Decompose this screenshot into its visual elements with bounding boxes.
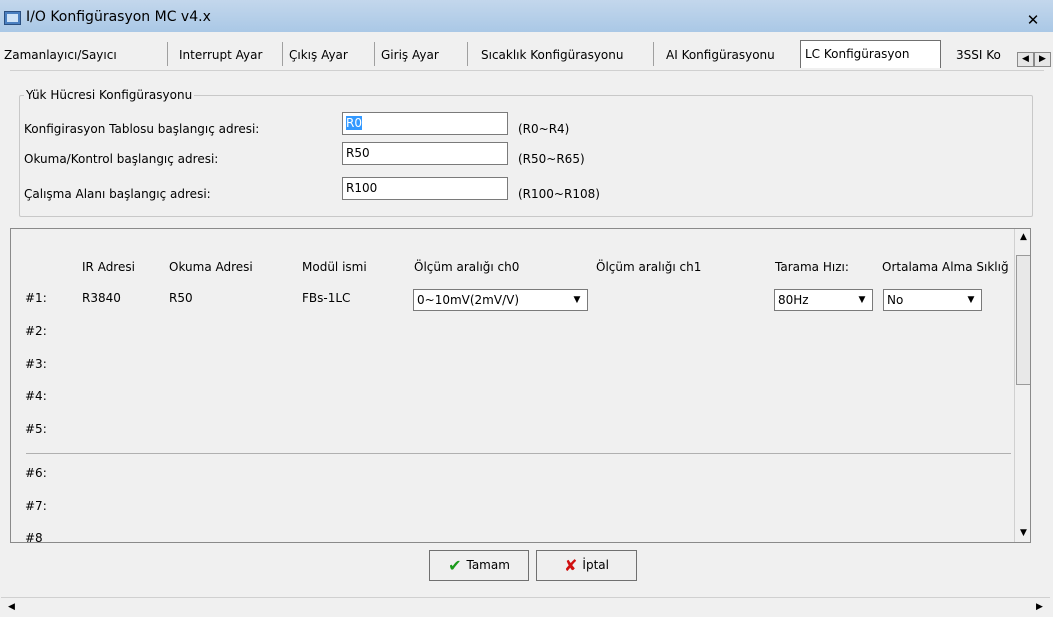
header-averaging: Ortalama Alma Sıklığ bbox=[882, 260, 1009, 274]
ok-button-label: Tamam bbox=[466, 558, 510, 572]
row1-averaging-select[interactable]: No ▼ bbox=[883, 289, 982, 311]
io-config-window: I/O Konfigürasyon MC v4.x ✕ Zamanlayıcı/… bbox=[0, 0, 1053, 627]
cross-icon: ✘ bbox=[564, 556, 578, 575]
table-vertical-scrollbar[interactable]: ▲ ▼ bbox=[1014, 229, 1030, 542]
row1-module-name: FBs-1LC bbox=[302, 291, 351, 305]
window-horizontal-scrollbar[interactable]: ◀ ▶ bbox=[1, 597, 1050, 617]
row-divider bbox=[26, 453, 1011, 454]
scroll-left-icon[interactable]: ◀ bbox=[3, 599, 20, 616]
row1-scan-rate-select[interactable]: 80Hz ▼ bbox=[774, 289, 873, 311]
read-control-label: Okuma/Kontrol başlangıç adresi: bbox=[24, 152, 219, 166]
tab-separator bbox=[467, 42, 468, 66]
selected-value: 0~10mV(2mV/V) bbox=[417, 293, 520, 307]
tab-cikis[interactable]: Çıkış Ayar bbox=[285, 44, 370, 66]
row1-ir-address: R3840 bbox=[82, 291, 121, 305]
scroll-up-icon[interactable]: ▲ bbox=[1015, 229, 1030, 246]
row-label: #6: bbox=[25, 466, 47, 480]
header-scan-rate: Tarama Hızı: bbox=[775, 260, 849, 274]
app-icon bbox=[4, 11, 21, 25]
window-title: I/O Konfigürasyon MC v4.x bbox=[26, 9, 211, 25]
tab-3ssi[interactable]: 3SSI Ko bbox=[952, 44, 1018, 66]
tab-interrupt[interactable]: Interrupt Ayar bbox=[175, 44, 280, 66]
read-control-range: (R50~R65) bbox=[518, 152, 585, 166]
read-control-address-input[interactable]: R50 bbox=[342, 142, 508, 165]
tab-ai[interactable]: AI Konfigürasyonu bbox=[662, 44, 802, 66]
tab-giris[interactable]: Giriş Ayar bbox=[377, 44, 462, 66]
chevron-down-icon: ▼ bbox=[967, 295, 975, 305]
close-button[interactable]: ✕ bbox=[1024, 12, 1042, 28]
config-table-range: (R0~R4) bbox=[518, 122, 570, 136]
tab-separator bbox=[374, 42, 375, 66]
header-module-name: Modül ismi bbox=[302, 260, 367, 274]
module-table: IR Adresi Okuma Adresi Modül ismi Ölçüm … bbox=[10, 228, 1031, 543]
selected-text: R0 bbox=[346, 116, 362, 130]
row-label: #8 bbox=[25, 531, 43, 543]
ok-button[interactable]: ✔ Tamam bbox=[429, 550, 529, 581]
header-ir-address: IR Adresi bbox=[82, 260, 135, 274]
row1-read-address: R50 bbox=[169, 291, 193, 305]
row-label: #3: bbox=[25, 357, 47, 371]
tab-zamanlayici[interactable]: Zamanlayıcı/Sayıcı bbox=[0, 44, 160, 66]
checkmark-icon: ✔ bbox=[448, 556, 462, 575]
selected-value: 80Hz bbox=[778, 293, 809, 307]
tab-strip: Zamanlayıcı/Sayıcı Interrupt Ayar Çıkış … bbox=[0, 36, 1053, 68]
config-table-label: Konfigirasyon Tablosu başlangıç adresi: bbox=[24, 122, 260, 136]
chevron-down-icon: ▼ bbox=[858, 295, 866, 305]
tab-scroll-left-icon[interactable]: ◀ bbox=[1017, 52, 1034, 67]
bottom-strip bbox=[0, 617, 1053, 627]
cancel-button[interactable]: ✘ İptal bbox=[536, 550, 637, 581]
scroll-thumb[interactable] bbox=[1016, 255, 1030, 385]
title-bar: I/O Konfigürasyon MC v4.x ✕ bbox=[0, 0, 1053, 32]
selected-value: No bbox=[887, 293, 904, 307]
row-label: #4: bbox=[25, 389, 47, 403]
tab-scroll-right-icon[interactable]: ▶ bbox=[1034, 52, 1051, 67]
header-read-address: Okuma Adresi bbox=[169, 260, 253, 274]
row-label: #5: bbox=[25, 422, 47, 436]
header-range-ch0: Ölçüm aralığı ch0 bbox=[414, 260, 520, 274]
tab-separator bbox=[653, 42, 654, 66]
work-area-label: Çalışma Alanı başlangıç adresi: bbox=[24, 187, 211, 201]
row-label: #2: bbox=[25, 324, 47, 338]
groupbox-title: Yük Hücresi Konfigürasyonu bbox=[24, 88, 195, 102]
scroll-right-icon[interactable]: ▶ bbox=[1031, 599, 1048, 616]
tab-separator bbox=[167, 42, 168, 66]
cancel-button-label: İptal bbox=[582, 558, 609, 572]
header-range-ch1: Ölçüm aralığı ch1 bbox=[596, 260, 702, 274]
row1-range-ch0-select[interactable]: 0~10mV(2mV/V) ▼ bbox=[413, 289, 588, 311]
tab-lc-active[interactable]: LC Konfigürasyon bbox=[800, 40, 941, 68]
row-label: #1: bbox=[25, 291, 47, 305]
scroll-down-icon[interactable]: ▼ bbox=[1015, 525, 1030, 542]
tab-sicaklik[interactable]: Sıcaklık Konfigürasyonu bbox=[477, 44, 657, 66]
tab-separator bbox=[282, 42, 283, 66]
config-table-address-input[interactable]: R0 bbox=[342, 112, 508, 135]
row-label: #7: bbox=[25, 499, 47, 513]
work-area-address-input[interactable]: R100 bbox=[342, 177, 508, 200]
work-area-range: (R100~R108) bbox=[518, 187, 600, 201]
chevron-down-icon: ▼ bbox=[573, 295, 581, 305]
